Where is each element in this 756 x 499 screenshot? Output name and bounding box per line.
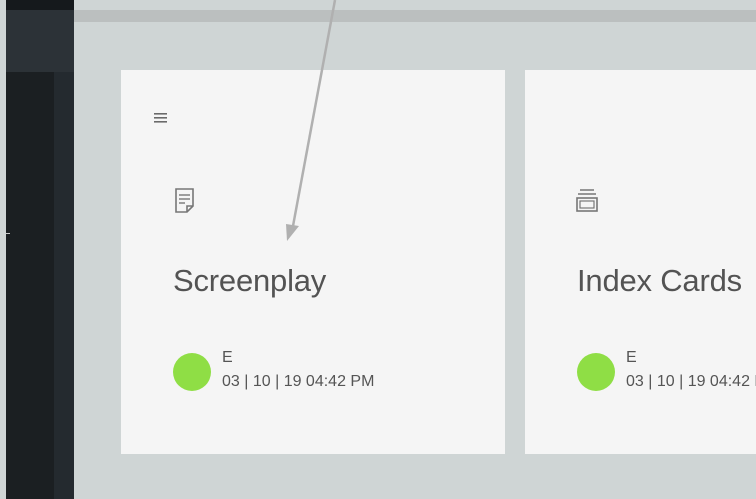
- modified-date: 03 | 10 | 19 04:42 PM: [626, 373, 756, 390]
- sidebar-marker: [6, 233, 10, 234]
- card-title[interactable]: Screenplay: [173, 263, 326, 299]
- modified-date: 03 | 10 | 19 04:42 PM: [222, 373, 375, 390]
- sidebar: [6, 0, 74, 499]
- sidebar-header: [6, 0, 74, 10]
- project-card-index-cards[interactable]: Index Cards E 03 | 10 | 19 04:42 PM: [525, 70, 756, 454]
- card-title[interactable]: Index Cards: [577, 263, 742, 299]
- document-icon: [175, 188, 194, 213]
- author-initial: E: [222, 349, 233, 366]
- sidebar-band: [6, 10, 74, 72]
- project-card-screenplay[interactable]: Screenplay E 03 | 10 | 19 04:42 PM: [121, 70, 505, 454]
- sidebar-panel: [6, 72, 54, 499]
- top-bar: [74, 10, 756, 22]
- stacked-cards-icon: [576, 189, 598, 212]
- avatar: [173, 353, 211, 391]
- hamburger-menu-icon[interactable]: [154, 113, 167, 123]
- author-initial: E: [626, 349, 637, 366]
- avatar: [577, 353, 615, 391]
